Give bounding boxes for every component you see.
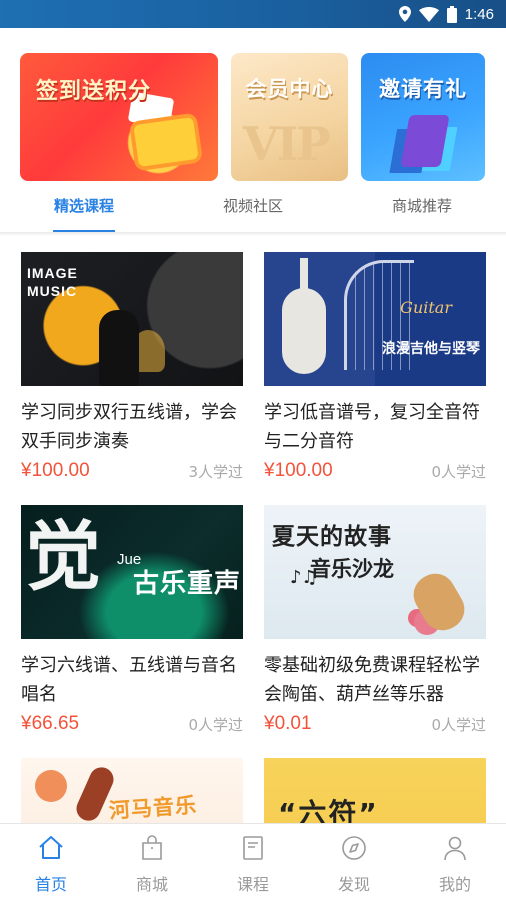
- nav-profile[interactable]: 我的: [404, 824, 506, 900]
- tab-shop-recommend[interactable]: 商城推荐: [372, 190, 472, 232]
- course-title: 学习六线谱、五线谱与音名 唱名: [21, 655, 237, 705]
- banner-row: 签到送积分 VIP 会员中心 邀请有礼: [20, 53, 486, 181]
- tab-featured-courses[interactable]: 精选课程: [34, 190, 134, 232]
- user-icon: [444, 836, 466, 861]
- course-title: 零基础初级免费课程轻松学会陶笛、葫芦丝等乐器: [264, 655, 480, 705]
- course-thumbnail: Guitar 浪漫吉他与竖琴: [264, 252, 486, 386]
- banner-invite-text: 邀请有礼: [379, 77, 467, 101]
- course-learners: 3人学过: [188, 462, 243, 481]
- performer-silhouette: [99, 310, 139, 386]
- course-card[interactable]: 夏天的故事 ♪♫ 音乐沙龙 零基础初级免费课程轻松学会陶笛、葫芦丝等乐器 ¥0.…: [264, 505, 486, 736]
- thumb-caption: 浪漫吉他与竖琴: [382, 341, 480, 357]
- cartoon-illustration: [35, 770, 67, 802]
- course-thumbnail: 夏天的故事 ♪♫ 音乐沙龙: [264, 505, 486, 639]
- status-time: 1:46: [464, 5, 494, 23]
- nav-courses[interactable]: 课程: [202, 824, 304, 900]
- course-learners: 0人学过: [431, 462, 486, 481]
- location-icon: [398, 6, 411, 22]
- battery-icon: [446, 5, 457, 23]
- course-card[interactable]: 觉 Jue 古乐重声 学习六线谱、五线谱与音名 唱名 ¥66.65 0人学过: [21, 505, 243, 736]
- nav-label: 我的: [438, 875, 471, 894]
- course-thumbnail: IMAGE MUSIC: [21, 252, 243, 386]
- banner-checkin[interactable]: 签到送积分: [20, 53, 218, 181]
- course-price: ¥0.01: [264, 713, 312, 734]
- bottom-nav: 首页 商城 课程 发现 我的: [0, 823, 506, 900]
- course-meta: ¥100.00 0人学过: [264, 459, 486, 483]
- phone-illustration: [400, 115, 450, 167]
- nav-discover[interactable]: 发现: [303, 824, 405, 900]
- thumb-caption: 古乐重声: [133, 569, 242, 599]
- course-meta: ¥66.65 0人学过: [21, 712, 243, 736]
- book-icon: [243, 836, 263, 860]
- thumb-text: IMAGE MUSIC: [27, 265, 78, 299]
- course-price: ¥100.00: [264, 460, 333, 481]
- nav-home[interactable]: 首页: [0, 824, 102, 900]
- tab-label: 视频社区: [222, 197, 283, 215]
- shopping-bag-icon: [142, 835, 162, 860]
- nav-label: 课程: [236, 875, 269, 894]
- banner-vip[interactable]: VIP 会员中心: [231, 53, 348, 181]
- course-meta: ¥0.01 0人学过: [264, 712, 486, 736]
- nav-label: 商城: [135, 875, 168, 894]
- thumb-script: Guitar: [400, 298, 452, 317]
- vip-illustration: VIP: [243, 117, 331, 171]
- nav-shop[interactable]: 商城: [101, 824, 203, 900]
- course-card[interactable]: IMAGE MUSIC 学习同步双行五线谱，学会 双手同步演奏 ¥100.00 …: [21, 252, 243, 483]
- course-card[interactable]: Guitar 浪漫吉他与竖琴 学习低音谱号，复习全音符 与二分音符 ¥100.0…: [264, 252, 486, 483]
- thumb-line1: 夏天的故事: [272, 524, 392, 550]
- course-price: ¥66.65: [21, 713, 80, 734]
- thumb-text: 河马音乐: [108, 792, 198, 824]
- course-thumbnail: 觉 Jue 古乐重声: [21, 505, 243, 639]
- category-tabs: 精选课程 视频社区 商城推荐: [0, 190, 506, 232]
- status-bar: 1:46: [0, 0, 506, 28]
- tab-video-community[interactable]: 视频社区: [203, 190, 303, 232]
- course-learners: 0人学过: [431, 715, 486, 734]
- nav-label: 发现: [337, 875, 370, 894]
- nav-label: 首页: [34, 875, 67, 894]
- tab-label: 商城推荐: [391, 197, 452, 215]
- thumb-big-glyph: 觉: [25, 512, 101, 601]
- home-icon: [39, 836, 63, 859]
- tabs-divider: [0, 232, 506, 236]
- course-price: ¥100.00: [21, 460, 90, 481]
- tab-label: 精选课程: [53, 197, 114, 215]
- thumb-line2: 音乐沙龙: [310, 557, 394, 581]
- banner-vip-text: 会员中心: [245, 77, 334, 101]
- banner-invite[interactable]: 邀请有礼: [361, 53, 485, 181]
- compass-icon: [342, 836, 366, 860]
- guitar-illustration: [282, 258, 326, 374]
- course-title: 学习低音谱号，复习全音符 与二分音符: [264, 402, 480, 452]
- gift-illustration: [133, 117, 199, 167]
- course-title: 学习同步双行五线谱，学会 双手同步演奏: [21, 402, 237, 452]
- wifi-icon: [418, 6, 439, 22]
- course-meta: ¥100.00 3人学过: [21, 459, 243, 483]
- course-learners: 0人学过: [188, 715, 243, 734]
- banner-checkin-text: 签到送积分: [36, 79, 152, 104]
